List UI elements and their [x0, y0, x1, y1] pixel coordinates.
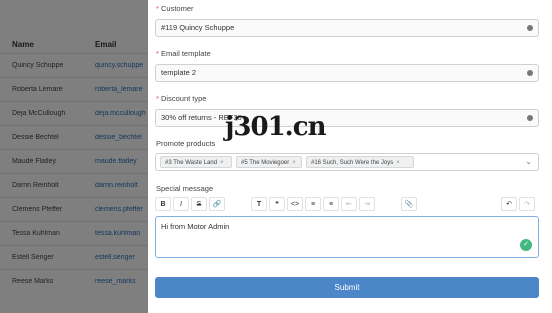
promote-products-label: Promote products: [156, 139, 216, 148]
special-message-label: Special message: [156, 184, 214, 193]
remove-tag-icon[interactable]: ×: [396, 160, 400, 166]
discount-type-select[interactable]: 30% off returns - REF30: [155, 109, 539, 127]
promote-products-select[interactable]: #3 The Waste Land × #5 The Moviegoer × #16…: [155, 153, 539, 171]
bold-button[interactable]: B: [155, 197, 171, 211]
clear-icon[interactable]: [527, 115, 533, 121]
send-email-modal: * Customer #119 Quincy Schuppe * Email t…: [148, 0, 552, 313]
product-tag[interactable]: #3 The Waste Land ×: [160, 156, 232, 168]
attach-file-button[interactable]: 📎: [401, 197, 417, 211]
submit-button[interactable]: Submit: [155, 277, 539, 298]
redo-button[interactable]: ↷: [519, 197, 535, 211]
bullet-list-button[interactable]: ≡: [305, 197, 321, 211]
email-template-label: * Email template: [156, 49, 211, 58]
heading-button[interactable]: T: [251, 197, 267, 211]
clear-icon[interactable]: [527, 70, 533, 76]
link-button[interactable]: 🔗: [209, 197, 225, 211]
checkmark-icon: ✓: [520, 239, 532, 251]
quote-button[interactable]: ❝: [269, 197, 285, 211]
remove-tag-icon[interactable]: ×: [220, 160, 224, 166]
discount-type-label: * Discount type: [156, 94, 207, 103]
code-button[interactable]: <>: [287, 197, 303, 211]
strikethrough-button[interactable]: S: [191, 197, 207, 211]
indent-button[interactable]: ⇥: [359, 197, 375, 211]
special-message-editor[interactable]: Hi from Motor Admin ✓: [155, 216, 539, 258]
product-tag[interactable]: #16 Such, Such Were the Joys ×: [306, 156, 414, 168]
italic-button[interactable]: I: [173, 197, 189, 211]
special-message-text: Hi from Motor Admin: [161, 222, 230, 231]
customer-label: * Customer: [156, 4, 194, 13]
editor-toolbar: B I S 🔗 T ❝ <> ≡ ≡ ⇤ ⇥ 📎 ↶ ↷: [155, 196, 539, 214]
remove-tag-icon[interactable]: ×: [292, 160, 296, 166]
undo-button[interactable]: ↶: [501, 197, 517, 211]
product-tag[interactable]: #5 The Moviegoer ×: [236, 156, 302, 168]
customer-select[interactable]: #119 Quincy Schuppe: [155, 19, 539, 37]
clear-icon[interactable]: [527, 25, 533, 31]
email-template-select[interactable]: template 2: [155, 64, 539, 82]
chevron-down-icon[interactable]: ⌄: [525, 157, 532, 166]
outdent-button[interactable]: ⇤: [341, 197, 357, 211]
numbered-list-button[interactable]: ≡: [323, 197, 339, 211]
watermark-text: j301.cn: [225, 112, 326, 142]
